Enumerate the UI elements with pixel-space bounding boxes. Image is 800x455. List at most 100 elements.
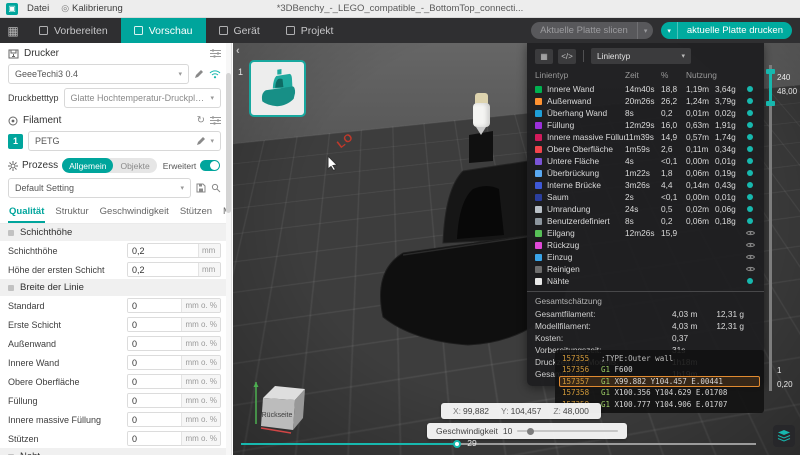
visibility-toggle[interactable] bbox=[744, 86, 756, 92]
layer-slider-current-handle[interactable] bbox=[766, 101, 775, 106]
line-type-length: 0,01m bbox=[686, 108, 715, 118]
param-input[interactable]: 0,2mm bbox=[127, 262, 221, 277]
param-value[interactable]: 0 bbox=[128, 413, 181, 426]
visibility-toggle[interactable] bbox=[744, 170, 756, 176]
section-header[interactable]: Naht bbox=[0, 448, 231, 455]
edit-printer-icon[interactable] bbox=[194, 69, 204, 79]
slice-options-chevron-icon[interactable]: ▾ bbox=[637, 22, 654, 39]
param-value[interactable]: 0 bbox=[128, 394, 181, 407]
param-value[interactable]: 0 bbox=[128, 356, 181, 369]
orientation-cube[interactable]: Rückseite bbox=[251, 376, 311, 441]
legend-grid-icon[interactable]: ▦ bbox=[535, 49, 553, 64]
gcode-line[interactable]: 157357G1 X99.882 Y104.457 E.00441 bbox=[559, 376, 760, 388]
gcode-line[interactable]: 157355;TYPE:Outer wall bbox=[559, 353, 760, 365]
sidebar-scrollbar[interactable] bbox=[226, 43, 231, 455]
param-tab-2[interactable]: Geschwindigkeit bbox=[99, 205, 170, 223]
edit-filament-icon[interactable] bbox=[196, 136, 206, 146]
section-header[interactable]: Schichthöhe bbox=[0, 224, 231, 241]
legend-gcode-icon[interactable]: </> bbox=[558, 49, 576, 64]
param-input[interactable]: 0mm o. % bbox=[127, 431, 221, 446]
visibility-toggle[interactable] bbox=[744, 194, 756, 200]
param-input[interactable]: 0,2mm bbox=[127, 243, 221, 258]
object-thumbnail[interactable] bbox=[249, 60, 306, 117]
slice-plate-button[interactable]: Aktuelle Platte slicen ▾ bbox=[531, 22, 653, 39]
bed-type-select[interactable]: Glatte Hochtemperatur-Druckplatte ▾ bbox=[64, 88, 221, 108]
printer-select[interactable]: GeeeTechi3 0.4 ▾ bbox=[8, 64, 189, 84]
layer-slider-track[interactable] bbox=[769, 65, 772, 391]
visibility-toggle[interactable] bbox=[744, 182, 756, 188]
filament-settings-icon[interactable] bbox=[210, 116, 221, 125]
section-header[interactable]: Breite der Linie bbox=[0, 279, 231, 296]
visibility-toggle[interactable] bbox=[744, 266, 756, 272]
visibility-toggle[interactable] bbox=[744, 146, 756, 152]
param-input[interactable]: 0mm o. % bbox=[127, 374, 221, 389]
visibility-toggle[interactable] bbox=[744, 218, 756, 224]
menu-datei[interactable]: Datei bbox=[24, 3, 52, 14]
visibility-toggle[interactable] bbox=[744, 242, 756, 248]
param-value[interactable]: 0 bbox=[128, 375, 181, 388]
filament-index-badge[interactable]: 1 bbox=[8, 134, 23, 149]
scrollbar-thumb[interactable] bbox=[226, 73, 231, 213]
param-input[interactable]: 0mm o. % bbox=[127, 393, 221, 408]
visibility-toggle[interactable] bbox=[744, 230, 756, 236]
line-type-row: Eilgang12m26s15,9 bbox=[527, 227, 764, 239]
visibility-toggle[interactable] bbox=[744, 254, 756, 260]
visibility-toggle[interactable] bbox=[744, 158, 756, 164]
print-plate-button[interactable]: ▾ aktuelle Platte drucken bbox=[661, 22, 792, 39]
viewport-3d[interactable]: LO ‹ 1 bbox=[233, 43, 800, 455]
line-type-length: 0,14m bbox=[686, 180, 715, 190]
print-options-chevron-icon[interactable]: ▾ bbox=[661, 22, 678, 39]
param-value[interactable]: 0,2 bbox=[128, 244, 198, 257]
layer-slider[interactable]: 240 48,00 1 0,20 bbox=[769, 65, 772, 391]
gcode-line[interactable]: 157356G1 F600 bbox=[559, 364, 760, 376]
search-preset-icon[interactable] bbox=[211, 183, 221, 193]
param-input[interactable]: 0mm o. % bbox=[127, 412, 221, 427]
speed-slider-handle[interactable] bbox=[527, 428, 534, 435]
param-value[interactable]: 0,2 bbox=[128, 263, 198, 276]
param-tab-0[interactable]: Qualität bbox=[8, 205, 45, 223]
tab-vorschau[interactable]: Vorschau bbox=[121, 18, 206, 43]
move-slider[interactable]: 29 bbox=[241, 438, 756, 450]
sidebar-collapse-handle[interactable]: ‹ bbox=[236, 45, 240, 57]
preset-select[interactable]: Default Setting ▾ bbox=[8, 178, 191, 198]
process-global-toggle[interactable]: Allgemein bbox=[62, 158, 113, 173]
visibility-toggle[interactable] bbox=[744, 206, 756, 212]
speed-slider[interactable] bbox=[517, 430, 618, 432]
printer-settings-icon[interactable] bbox=[210, 49, 221, 58]
gcode-line[interactable]: 157358G1 X100.356 Y104.629 E.01708 bbox=[559, 387, 760, 399]
menu-kalibrierung[interactable]: ◎ Kalibrierung bbox=[58, 3, 126, 14]
param-value[interactable]: 0 bbox=[128, 318, 181, 331]
tab-gerät[interactable]: Gerät bbox=[206, 18, 273, 43]
visibility-toggle[interactable] bbox=[744, 110, 756, 116]
filament-sync-icon[interactable]: ↻ bbox=[197, 115, 205, 126]
param-input[interactable]: 0mm o. % bbox=[127, 355, 221, 370]
param-value[interactable]: 0 bbox=[128, 337, 181, 350]
plate-grid-icon[interactable]: ▦ bbox=[0, 18, 26, 43]
param-input[interactable]: 0mm o. % bbox=[127, 336, 221, 351]
move-slider-track[interactable] bbox=[241, 443, 756, 445]
visibility-toggle[interactable] bbox=[744, 134, 756, 140]
line-type-row: Untere Fläche4s<0,10,00m0,01g bbox=[527, 155, 764, 167]
param-input[interactable]: 0mm o. % bbox=[127, 317, 221, 332]
view-type-select[interactable]: Linientyp ▾ bbox=[591, 48, 691, 64]
tab-vorbereiten[interactable]: Vorbereiten bbox=[26, 18, 121, 43]
param-tab-1[interactable]: Struktur bbox=[54, 205, 89, 223]
filament-select[interactable]: PETG ▾ bbox=[28, 131, 221, 151]
save-preset-icon[interactable] bbox=[196, 183, 206, 193]
wifi-icon[interactable] bbox=[209, 69, 221, 79]
visibility-toggle[interactable] bbox=[744, 122, 756, 128]
move-slider-handle[interactable] bbox=[453, 440, 461, 448]
advanced-toggle[interactable] bbox=[200, 160, 220, 171]
visibility-toggle[interactable] bbox=[744, 278, 756, 284]
layers-view-button[interactable] bbox=[773, 425, 795, 447]
param-input[interactable]: 0mm o. % bbox=[127, 298, 221, 313]
param-value[interactable]: 0 bbox=[128, 299, 181, 312]
param-tab-3[interactable]: Stützen bbox=[179, 205, 213, 223]
visibility-toggle[interactable] bbox=[744, 98, 756, 104]
process-objects-toggle[interactable]: Objekte bbox=[113, 161, 156, 171]
layer-slider-top-handle[interactable] bbox=[766, 69, 775, 74]
param-value[interactable]: 0 bbox=[128, 432, 181, 445]
printer-icon bbox=[8, 49, 19, 59]
line-type-color-swatch bbox=[535, 218, 542, 225]
tab-projekt[interactable]: Projekt bbox=[273, 18, 347, 43]
